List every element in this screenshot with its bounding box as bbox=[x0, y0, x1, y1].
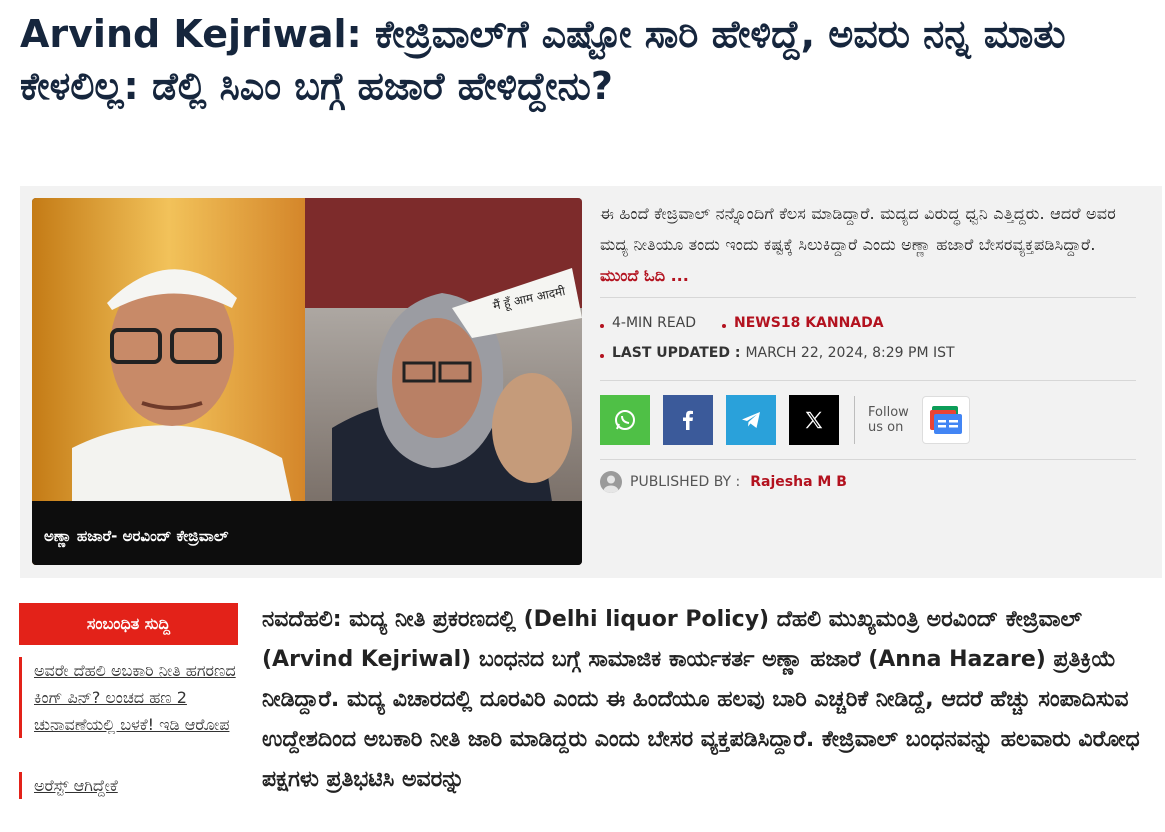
article-summary: ಈ ಹಿಂದೆ ಕೇಜ್ರಿವಾಲ್ ನನ್ನೊಂದಿಗೆ ಕೆಲಸ ಮಾಡಿದ… bbox=[600, 198, 1140, 260]
divider bbox=[600, 459, 1136, 460]
read-time: 4-MIN READ bbox=[612, 315, 697, 331]
article-headline: Arvind Kejriwal: ಕೇಜ್ರಿವಾಲ್‌ಗೆ ಎಷ್ಟೋ ಸಾರ… bbox=[20, 12, 1066, 108]
share-separator bbox=[854, 396, 855, 444]
related-news-sidebar: ಸಂಬಂಧಿತ ಸುದ್ದಿ ಅವರೇ ದೆಹಲಿ ಅಬಕಾರಿ ನೀತಿ ಹಗ… bbox=[19, 603, 238, 799]
hero-info: ಈ ಹಿಂದೆ ಕೇಜ್ರಿವಾಲ್ ನನ್ನೊಂದಿಗೆ ಕೆಲಸ ಮಾಡಿದ… bbox=[600, 198, 1140, 500]
hero-section: मैं हूँ आम आदमी ಅಣ್ಣಾ ಹಜಾರೆ- ಅರವಿಂದ್ ಕೇಜ… bbox=[20, 186, 1162, 578]
published-by-label: PUBLISHED BY : bbox=[630, 474, 741, 490]
publisher-name[interactable]: Rajesha M B bbox=[750, 474, 847, 490]
follow-line-2: us on bbox=[868, 420, 904, 435]
image-caption: ಅಣ್ಣಾ ಹಜಾರೆ- ಅರವಿಂದ್ ಕೇಜ್ರಿವಾಲ್ bbox=[44, 527, 229, 545]
related-news-item[interactable]: ಅರೆಸ್ಟ್ ಆಗಿದ್ದೇಕೆ bbox=[19, 772, 238, 799]
follow-line-1: Follow bbox=[868, 405, 909, 420]
telegram-icon bbox=[742, 412, 760, 428]
follow-us-label: Follow us on bbox=[868, 405, 909, 435]
facebook-share-button[interactable] bbox=[663, 395, 713, 445]
facebook-icon bbox=[683, 410, 693, 430]
x-share-button[interactable] bbox=[789, 395, 839, 445]
related-news-title: ಸಂಬಂಧಿತ ಸುದ್ದಿ bbox=[19, 603, 238, 645]
bullet-dot bbox=[600, 354, 604, 358]
google-news-icon bbox=[929, 406, 962, 434]
last-updated-label: LAST UPDATED : bbox=[612, 345, 741, 361]
article-body: ನವದೆಹಲಿ: ಮದ್ಯ ನೀತಿ ಪ್ರಕರಣದಲ್ಲಿ (Delhi li… bbox=[262, 607, 1140, 792]
telegram-share-button[interactable] bbox=[726, 395, 776, 445]
hero-image[interactable]: मैं हूँ आम आदमी ಅಣ್ಣಾ ಹಜಾರೆ- ಅರವಿಂದ್ ಕೇಜ… bbox=[32, 198, 582, 565]
summary-text: ಈ ಹಿಂದೆ ಕೇಜ್ರಿವಾಲ್ ನನ್ನೊಂದಿಗೆ ಕೆಲಸ ಮಾಡಿದ… bbox=[600, 204, 1116, 254]
bullet-dot bbox=[600, 324, 604, 328]
related-news-item[interactable]: ಅವರೇ ದೆಹಲಿ ಅಬಕಾರಿ ನೀತಿ ಹಗರಣದ ಕಿಂಗ್ ಪಿನ್?… bbox=[19, 657, 238, 738]
x-icon bbox=[805, 411, 823, 429]
read-more-link[interactable]: ಮುಂದೆ ಓದಿ ... bbox=[600, 260, 689, 291]
whatsapp-icon bbox=[615, 410, 635, 430]
meta-updated-row: LAST UPDATED : MARCH 22, 2024, 8:29 PM I… bbox=[600, 338, 1140, 368]
user-avatar-icon bbox=[600, 471, 622, 493]
whatsapp-share-button[interactable] bbox=[600, 395, 650, 445]
meta-read-time-row: 4-MIN READ NEWS18 KANNADA bbox=[600, 308, 1140, 338]
news-source[interactable]: NEWS18 KANNADA bbox=[734, 315, 884, 331]
google-news-follow-button[interactable] bbox=[921, 396, 970, 444]
share-row: Follow us on bbox=[600, 395, 1140, 445]
divider bbox=[600, 380, 1136, 381]
publisher-row: PUBLISHED BY : Rajesha M B bbox=[600, 464, 1140, 500]
last-updated-value: MARCH 22, 2024, 8:29 PM IST bbox=[745, 345, 955, 361]
bullet-dot bbox=[722, 324, 727, 328]
